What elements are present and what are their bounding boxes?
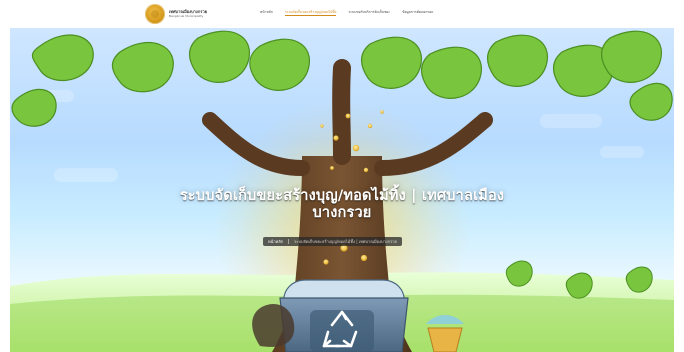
hero-title-line-1: ระบบจัดเก็บขยะสร้างบุญ/ทอดไม้ทิ้ง | เทศบ…: [179, 188, 505, 204]
page: เทศบาลเมืองบางกรวย Bangkruai Municipalit…: [0, 0, 684, 352]
nav-waste-service[interactable]: ระบบขอรับบริการจัดเก็บขยะ: [348, 10, 390, 16]
brand-text: เทศบาลเมืองบางกรวย Bangkruai Municipalit…: [169, 10, 207, 18]
nav-waste-sorting-info[interactable]: ข้อมูลการคัดแยกขยะ: [402, 10, 433, 16]
breadcrumb-home-link[interactable]: หน้าหลัก: [268, 238, 283, 245]
hero-title: ระบบจัดเก็บขยะสร้างบุญ/ทอดไม้ทิ้ง | เทศบ…: [10, 188, 674, 221]
brand[interactable]: เทศบาลเมืองบางกรวย Bangkruai Municipalit…: [145, 4, 207, 24]
hero-banner: ระบบจัดเก็บขยะสร้างบุญ/ทอดไม้ทิ้ง | เทศบ…: [10, 28, 674, 352]
nav-home[interactable]: หน้าหลัก: [260, 10, 273, 16]
top-navbar: เทศบาลเมืองบางกรวย Bangkruai Municipalit…: [0, 0, 684, 28]
brand-subtitle: Bangkruai Municipality: [169, 14, 204, 18]
breadcrumb: หน้าหลัก ระบบจัดเก็บขยะสร้างบุญ/ทอดไม้ทิ…: [263, 237, 402, 246]
hero-title-line-2: บางกรวย: [312, 204, 372, 221]
main-navigation: หน้าหลัก ระบบจัดเก็บขยะสร้างบุญ/ทอดไม้ทิ…: [260, 10, 433, 16]
breadcrumb-current: ระบบจัดเก็บขยะสร้างบุญ/ทอดไม้ทิ้ง | เทศบ…: [294, 239, 397, 244]
nav-waste-merit[interactable]: ระบบจัดเก็บขยะสร้างบุญ/ทอดไม้ทิ้ง: [284, 10, 337, 16]
breadcrumb-separator: [288, 239, 290, 244]
municipality-logo-icon: [145, 4, 165, 24]
